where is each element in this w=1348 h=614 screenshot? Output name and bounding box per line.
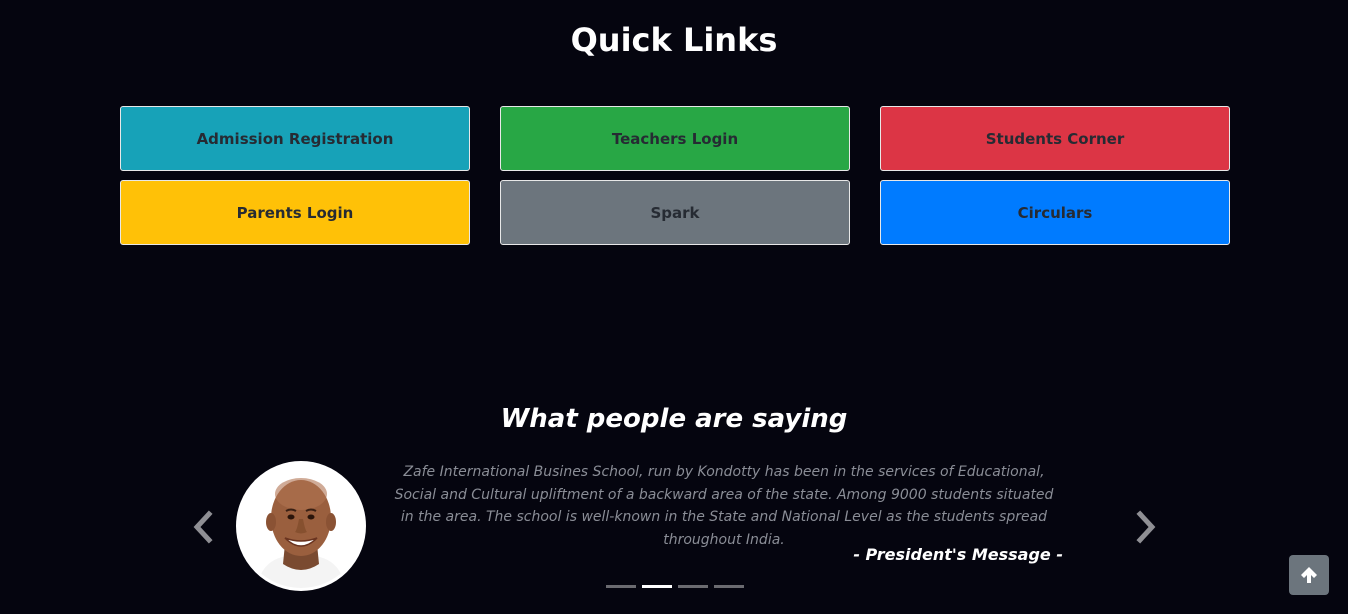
back-to-top-button[interactable] — [1289, 555, 1329, 595]
arrow-up-icon — [1301, 567, 1317, 583]
students-corner-button[interactable]: Students Corner — [880, 106, 1230, 171]
spark-button[interactable]: Spark — [500, 180, 850, 245]
parents-login-button[interactable]: Parents Login — [120, 180, 470, 245]
teachers-login-button[interactable]: Teachers Login — [500, 106, 850, 171]
carousel-next-button[interactable] — [1131, 507, 1161, 547]
page: Quick Links Admission Registration Teach… — [0, 0, 1348, 614]
carousel-indicator[interactable] — [678, 585, 708, 588]
chevron-left-icon — [193, 510, 213, 544]
carousel-indicator[interactable] — [714, 585, 744, 588]
quick-links-grid: Admission Registration Teachers Login St… — [120, 106, 1230, 245]
carousel-indicator[interactable] — [642, 585, 672, 588]
circulars-button[interactable]: Circulars — [880, 180, 1230, 245]
chevron-right-icon — [1136, 510, 1156, 544]
carousel-prev-button[interactable] — [188, 507, 218, 547]
testimonials-title: What people are saying — [500, 404, 848, 434]
president-photo — [239, 464, 363, 588]
testimonial-quote: Zafe International Busines School, run b… — [394, 464, 1054, 548]
testimonial-author: - President's Message - — [853, 545, 1063, 564]
avatar — [236, 461, 366, 591]
carousel-indicators — [606, 585, 744, 588]
quick-links-title: Quick Links — [570, 21, 778, 59]
admission-registration-button[interactable]: Admission Registration — [120, 106, 470, 171]
carousel-indicator[interactable] — [606, 585, 636, 588]
